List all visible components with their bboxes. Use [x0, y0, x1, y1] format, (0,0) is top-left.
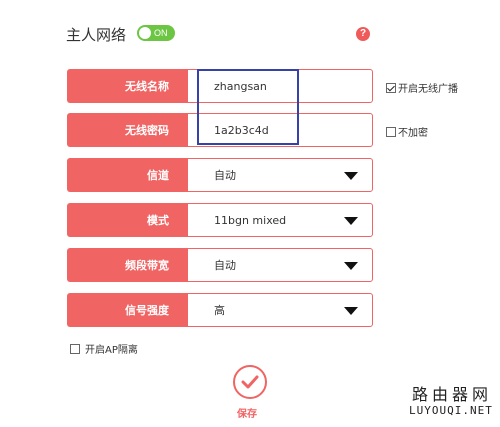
- mode-row: 模式 11bgn mixed: [67, 203, 373, 237]
- channel-value: 自动: [214, 169, 236, 182]
- dropdown-arrow-icon: [344, 262, 358, 270]
- toggle-knob: [139, 27, 151, 39]
- bandwidth-label: 频段带宽: [67, 248, 187, 282]
- bandwidth-select[interactable]: 自动: [187, 248, 373, 282]
- toggle-label: ON: [154, 28, 168, 38]
- ssid-label: 无线名称: [67, 69, 187, 103]
- signal-label: 信号强度: [67, 293, 187, 327]
- ap-isolation-label: 开启AP隔离: [85, 345, 138, 356]
- help-icon[interactable]: ?: [356, 27, 370, 41]
- dropdown-arrow-icon: [344, 172, 358, 180]
- ap-isolation-option[interactable]: 开启AP隔离: [70, 341, 138, 356]
- watermark-url: LUYOUQI.NET: [409, 404, 493, 417]
- dropdown-arrow-icon: [344, 217, 358, 225]
- signal-value: 高: [214, 304, 225, 317]
- broadcast-checkbox[interactable]: [386, 82, 396, 93]
- watermark-title: 路由器网: [412, 385, 493, 404]
- page-title: 主人网络: [66, 26, 127, 44]
- broadcast-option[interactable]: 开启无线广播: [386, 80, 458, 95]
- bandwidth-value: 自动: [214, 259, 236, 272]
- signal-select[interactable]: 高: [187, 293, 373, 327]
- channel-select[interactable]: 自动: [187, 158, 373, 192]
- channel-row: 信道 自动: [67, 158, 373, 192]
- no-encryption-option[interactable]: 不加密: [386, 124, 428, 139]
- mode-select[interactable]: 11bgn mixed: [187, 203, 373, 237]
- no-encryption-checkbox[interactable]: [386, 126, 396, 137]
- channel-label: 信道: [67, 158, 187, 192]
- save-button[interactable]: [233, 365, 267, 399]
- dropdown-arrow-icon: [344, 307, 358, 315]
- mode-value: 11bgn mixed: [214, 213, 287, 227]
- signal-row: 信号强度 高: [67, 293, 373, 327]
- highlight-box: [197, 69, 299, 145]
- password-label: 无线密码: [67, 113, 187, 147]
- broadcast-label: 开启无线广播: [398, 84, 458, 95]
- save-label: 保存: [237, 409, 257, 420]
- mode-label: 模式: [67, 203, 187, 237]
- ap-isolation-checkbox[interactable]: [70, 343, 80, 354]
- network-toggle[interactable]: ON: [137, 25, 175, 41]
- no-encryption-label: 不加密: [398, 128, 428, 139]
- bandwidth-row: 频段带宽 自动: [67, 248, 373, 282]
- checkmark-icon: [241, 375, 259, 389]
